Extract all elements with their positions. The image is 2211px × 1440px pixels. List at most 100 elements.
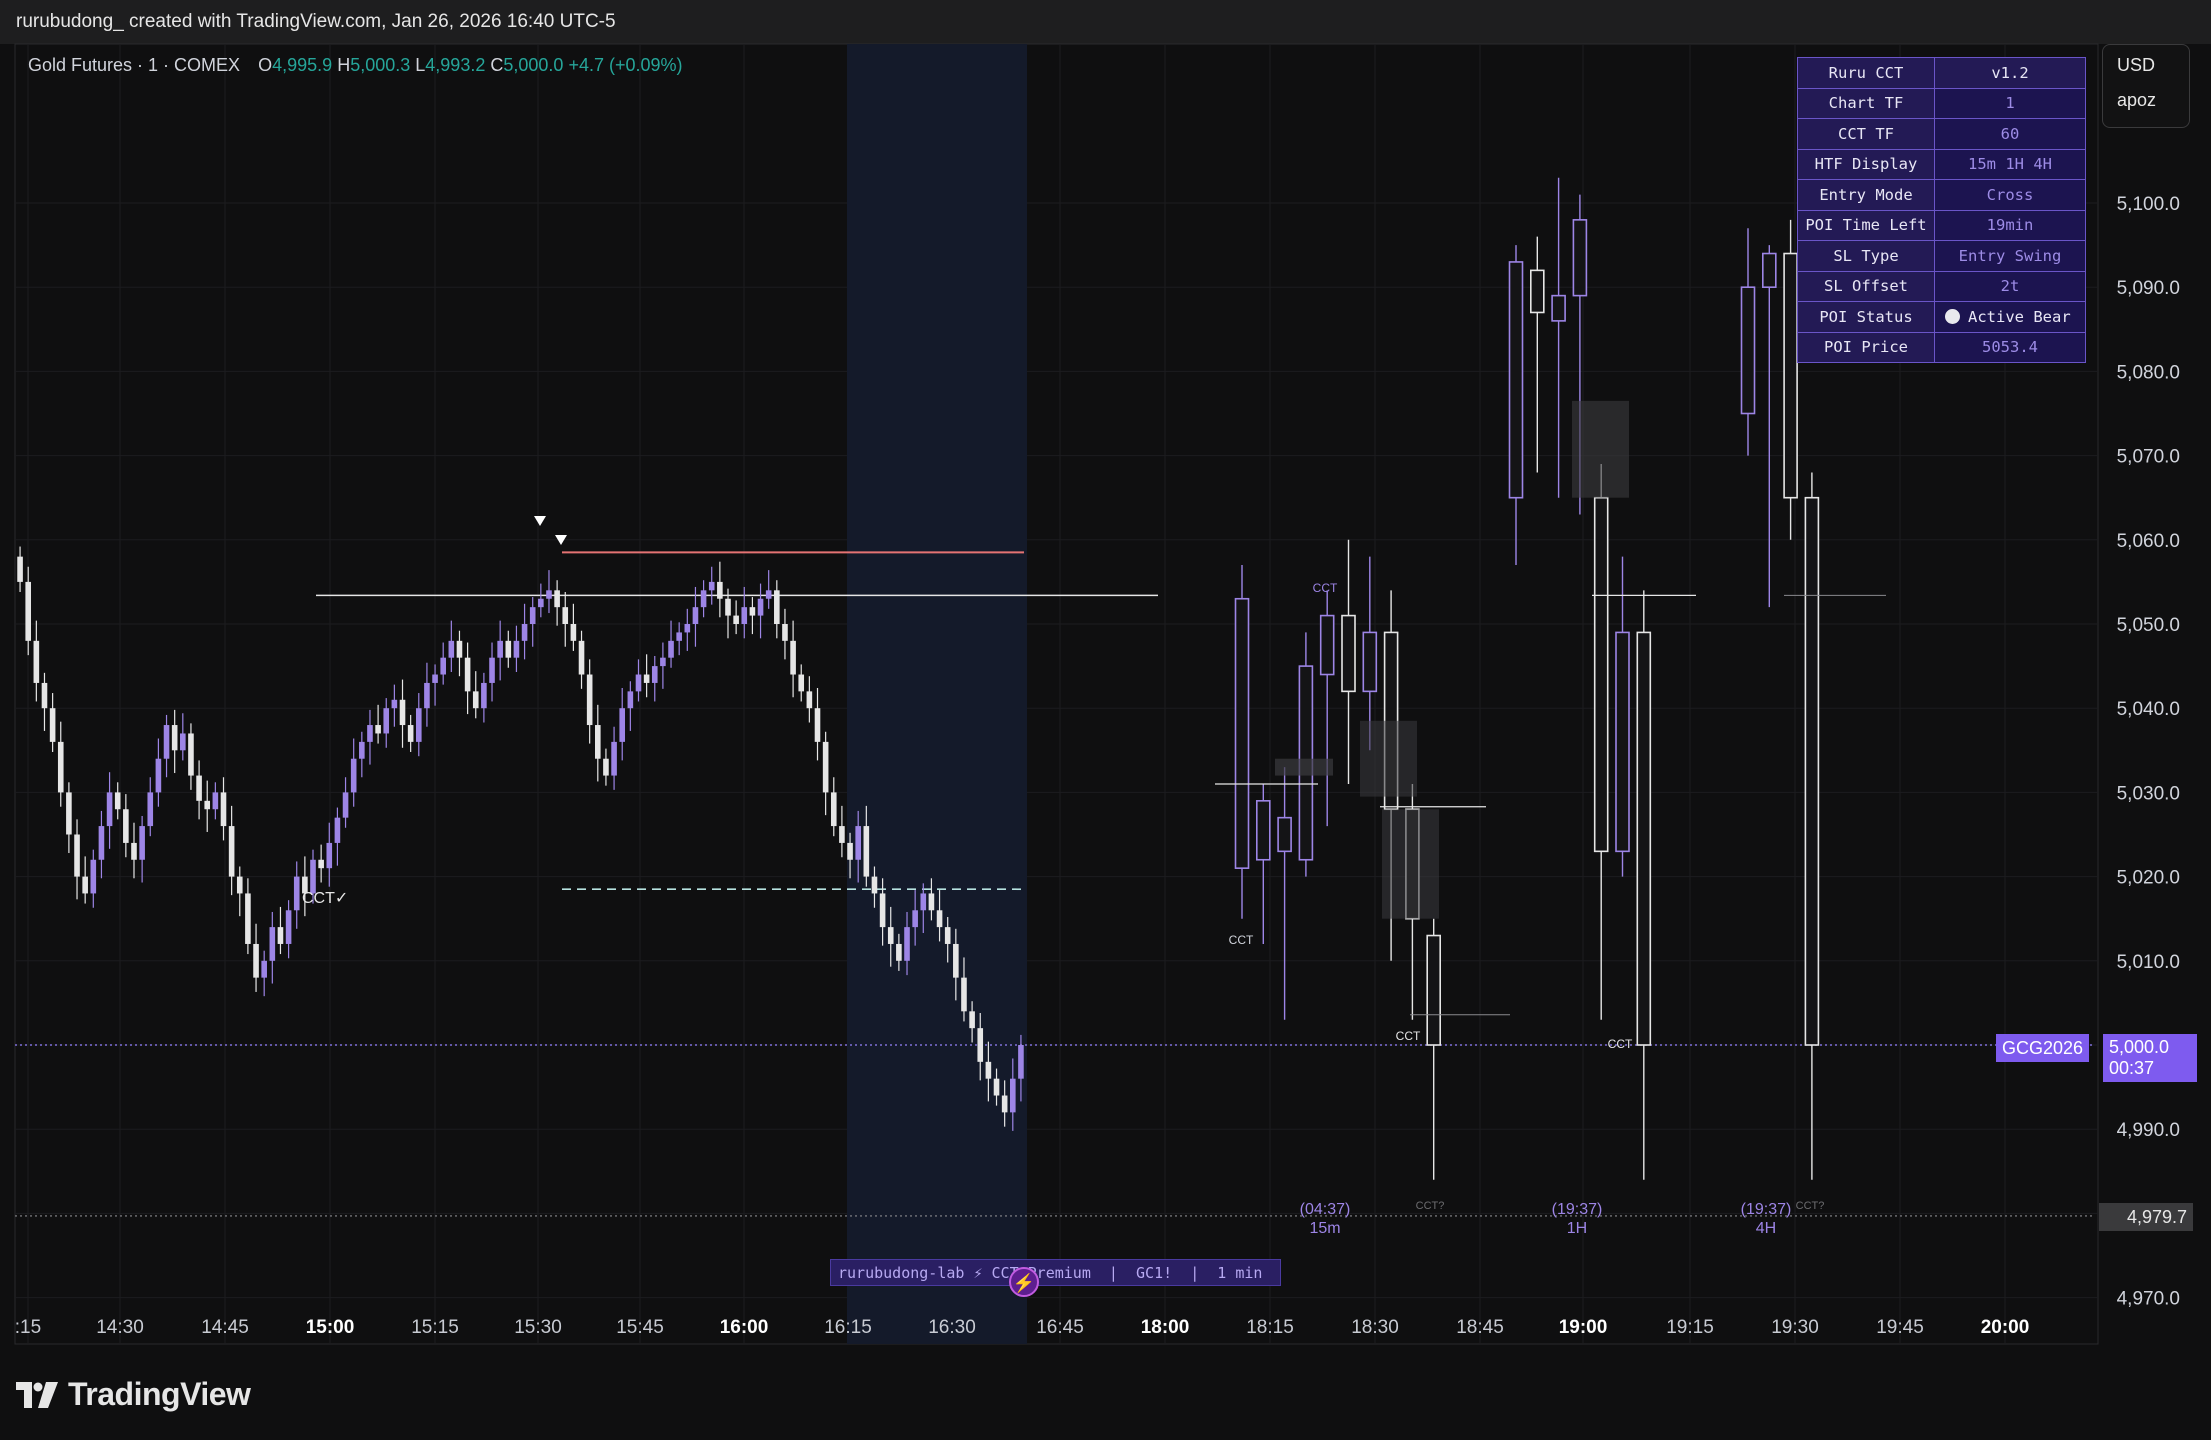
y-tick-label: 5,060.0	[2117, 531, 2180, 552]
candle-body	[228, 826, 235, 877]
user-label: apoz	[2117, 90, 2157, 110]
x-tick-label: 15:30	[514, 1317, 562, 1338]
currency-unit[interactable]: USD	[2103, 55, 2189, 76]
candle-body	[293, 876, 300, 911]
candle-body	[668, 640, 674, 658]
table-value: 60	[1934, 118, 2086, 150]
htf-zone-box	[1360, 720, 1417, 797]
candle-body	[415, 708, 422, 742]
htf-candle-body	[1572, 219, 1588, 297]
candle-body	[163, 725, 170, 759]
brand-name: TradingView	[68, 1376, 251, 1412]
cct-pending-label: CCT?	[1796, 1200, 1825, 1212]
lightning-icon[interactable]: ⚡	[1009, 1267, 1039, 1297]
candle-body	[790, 640, 796, 675]
y-tick-label: 5,040.0	[2117, 699, 2180, 720]
candle-body	[440, 657, 446, 675]
candle-body	[936, 910, 943, 928]
candle-body	[245, 893, 251, 944]
candle-body	[708, 581, 715, 591]
candle-body	[489, 657, 495, 683]
candle-body	[717, 581, 723, 599]
candle-body	[798, 674, 805, 692]
low-value: 4,993.2	[425, 55, 486, 75]
candle-body	[961, 977, 967, 1012]
candle-body	[98, 826, 105, 860]
y-tick-label: 5,080.0	[2117, 362, 2180, 383]
symbol-ohlc-line[interactable]: Gold Futures · 1 · COMEX O4,995.9 H5,000…	[28, 55, 683, 76]
htf-candle-body	[1615, 631, 1630, 853]
htf-candle-body	[1530, 269, 1545, 314]
candle-body	[985, 1061, 992, 1079]
open-value: 4,995.9	[272, 55, 333, 75]
x-tick-label: :15	[15, 1317, 41, 1338]
candle-body	[904, 927, 910, 961]
x-tick-label: 16:45	[1036, 1317, 1084, 1338]
candle-body	[627, 691, 634, 709]
x-tick-label: 16:15	[824, 1317, 872, 1338]
x-tick-label: 19:15	[1666, 1317, 1714, 1338]
htf-zone-box	[1275, 758, 1333, 776]
htf-candle-body	[1319, 614, 1335, 676]
close-label: C	[490, 55, 504, 75]
indicator-banner: rurubudong-lab ⚡ CCT Premium | GC1! | 1 …	[830, 1259, 1281, 1286]
candle-body	[969, 1011, 975, 1029]
table-key: CCT TF	[1797, 118, 1935, 150]
x-tick-label: 14:45	[201, 1317, 249, 1338]
candle-body	[546, 590, 552, 599]
htf-candle-body	[1277, 816, 1292, 853]
table-key: POI Time Left	[1797, 209, 1935, 241]
x-tick-label: 16:30	[928, 1317, 976, 1338]
y-tick-label: 4,990.0	[2117, 1120, 2180, 1141]
candle-body	[375, 725, 381, 734]
candle-body	[684, 624, 691, 633]
candle-body	[472, 691, 479, 709]
last-price-tag: 5,000.0 00:37	[2103, 1034, 2197, 1082]
candle-body	[481, 682, 487, 709]
status-dot-icon	[1945, 308, 1960, 324]
table-value: 5053.4	[1934, 331, 2086, 363]
candle-body	[887, 927, 894, 944]
candle-body	[342, 792, 349, 818]
candle-body	[651, 666, 658, 683]
candle-body	[538, 598, 544, 608]
candle-body	[643, 674, 650, 683]
htf-candle-body	[1636, 631, 1652, 1046]
candle-body	[977, 1028, 984, 1062]
candle-body	[928, 893, 935, 911]
candle-body	[180, 733, 186, 751]
candle-body	[220, 792, 227, 827]
candle-body	[326, 842, 333, 869]
table-key: SL Offset	[1797, 270, 1935, 302]
candle-body	[74, 834, 80, 877]
candle-body	[82, 876, 88, 894]
table-value: 15m 1H 4H	[1934, 148, 2086, 180]
candle-body	[269, 927, 276, 961]
y-tick-label: 5,020.0	[2117, 868, 2180, 889]
x-tick-label: 20:00	[1981, 1317, 2030, 1338]
y-tick-label: 5,030.0	[2117, 783, 2180, 804]
candle-body	[196, 775, 202, 801]
candle-body	[521, 624, 528, 641]
candle-body	[424, 682, 430, 709]
tradingview-logo[interactable]: TradingView	[16, 1376, 251, 1413]
candle-body	[765, 590, 772, 599]
candle-body	[285, 910, 292, 944]
x-tick-label: 18:15	[1246, 1317, 1294, 1338]
candle-body	[570, 624, 577, 641]
x-tick-label: 16:00	[720, 1317, 769, 1338]
table-key: SL Type	[1797, 240, 1935, 272]
symbol-name[interactable]: Gold Futures · 1 · COMEX	[28, 55, 240, 75]
htf-timer-label: (19:37)	[1552, 1201, 1603, 1218]
change-value: +4.7 (+0.09%)	[568, 55, 683, 75]
high-label: H	[337, 55, 351, 75]
y-tick-label: 5,010.0	[2117, 952, 2180, 973]
cct-pending-label: CCT?	[1416, 1200, 1445, 1212]
htf-candle-body	[1508, 261, 1524, 499]
tradingview-logo-icon	[16, 1381, 58, 1408]
table-value-status: Active Bear	[1934, 301, 2086, 333]
cct-label: CCT	[1608, 1037, 1633, 1051]
candle-body	[310, 859, 316, 894]
candle-body	[41, 682, 48, 709]
currency-box[interactable]: USD apoz	[2102, 44, 2190, 128]
